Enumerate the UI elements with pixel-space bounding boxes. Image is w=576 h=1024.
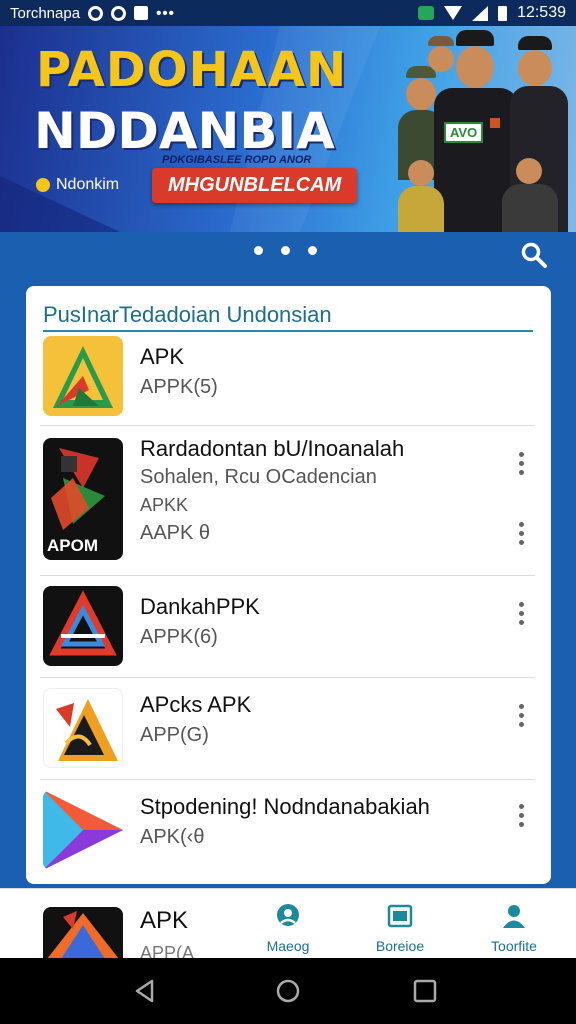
more-options-icon[interactable] <box>517 602 525 625</box>
featured-app-title: APK <box>140 907 189 934</box>
more-notifications-icon: ••• <box>156 4 175 22</box>
app-list-item[interactable]: APOM Rardadontan bU/Inoanalah Sohalen, R… <box>40 436 535 576</box>
more-options-icon[interactable] <box>517 452 525 475</box>
app-tag: APKK <box>140 495 189 515</box>
featured-app-icon[interactable] <box>43 907 123 959</box>
app-subtitle: APK(‹θ <box>140 826 205 848</box>
title-underline <box>43 330 533 332</box>
recents-icon[interactable] <box>412 978 438 1004</box>
app-icon[interactable] <box>43 336 123 416</box>
wifi-icon <box>444 6 463 20</box>
app-title: DankahPPK <box>140 594 260 619</box>
bottom-navigation: APK APP(A Maeog Boreioe Toorfite <box>0 888 576 963</box>
app-list-item[interactable]: Stpodening! Nodndanabakiah APK(‹θ <box>40 780 535 884</box>
profile-icon <box>503 905 525 928</box>
tab-label: Toorfite <box>491 938 537 954</box>
app-subtitle: APP(G) <box>140 724 209 746</box>
app-list-item[interactable]: APcks APK APP(G) <box>40 678 535 780</box>
banner-subtitle: PDKGIBASLEE ROPD ANOR <box>162 154 312 166</box>
app-list-item[interactable]: APK APPK(5) <box>40 336 535 426</box>
notification-icon <box>88 5 104 21</box>
app-subtitle: Sohalen, Rcu OCadencian <box>140 466 377 488</box>
carrier-label: Torchnapa <box>10 4 81 22</box>
system-navigation-bar <box>0 958 576 1024</box>
banner-cta-button[interactable]: MHGUNBLELCAM <box>152 168 358 203</box>
badge: AVO <box>444 122 484 143</box>
tab-browse[interactable]: Boreioe <box>360 903 440 954</box>
status-bar: Torchnapa ••• 12:539 <box>0 0 576 26</box>
tab-label: Maeog <box>266 938 310 954</box>
signal-icon <box>472 5 489 21</box>
tab-label: Boreioe <box>375 938 425 954</box>
app-icon[interactable] <box>43 586 123 666</box>
app-version: AAPK θ <box>140 522 211 544</box>
search-icon[interactable] <box>520 241 548 269</box>
sync-icon <box>111 5 127 21</box>
banner-logo: Ndonkim <box>36 176 119 194</box>
banner-title-secondary: NDDANBIA <box>34 102 335 160</box>
carousel-dot[interactable] <box>254 246 263 255</box>
more-options-icon[interactable] <box>517 704 525 727</box>
message-icon <box>134 6 149 20</box>
app-title: Rardadontan bU/Inoanalah <box>140 436 405 461</box>
carousel-dot[interactable] <box>308 246 317 255</box>
download-icon <box>418 6 435 20</box>
app-subtitle: APPK(5) <box>140 376 218 398</box>
battery-icon <box>498 5 508 21</box>
app-list-item[interactable]: DankahPPK APPK(6) <box>40 576 535 678</box>
app-title: APcks APK <box>140 692 252 717</box>
app-subtitle: APPK(6) <box>140 626 218 648</box>
logo-text: Ndonkim <box>56 176 120 193</box>
banner-people-illustration: AVO <box>386 26 576 232</box>
chat-icon <box>277 904 299 926</box>
app-icon[interactable] <box>43 790 123 870</box>
home-icon[interactable] <box>275 978 301 1004</box>
more-options-icon[interactable] <box>517 522 525 545</box>
tab-profile[interactable]: Toorfite <box>474 903 554 954</box>
app-icon-label: APOM <box>47 536 98 555</box>
app-list-card: PusInarTedadoian Undonsian APK APPK(5) A… <box>26 286 551 884</box>
logo-icon <box>36 178 50 192</box>
section-title: PusInarTedadoian Undonsian <box>43 302 332 327</box>
more-options-icon[interactable] <box>517 804 525 827</box>
clock: 12:539 <box>517 4 566 21</box>
carousel-dot[interactable] <box>281 246 290 255</box>
carousel-indicator[interactable] <box>254 246 317 255</box>
back-icon[interactable] <box>132 978 158 1004</box>
app-title: Stpodening! Nodndanabakiah <box>140 794 430 819</box>
tab-messages[interactable]: Maeog <box>248 903 328 954</box>
app-icon[interactable] <box>43 688 123 768</box>
promo-banner[interactable]: PADOHAAN NDDANBIA PDKGIBASLEE ROPD ANOR … <box>0 26 576 232</box>
app-icon[interactable]: APOM <box>43 438 123 560</box>
banner-title: PADOHAAN <box>36 42 348 98</box>
app-title: APK <box>140 344 185 369</box>
browser-icon <box>387 904 413 928</box>
